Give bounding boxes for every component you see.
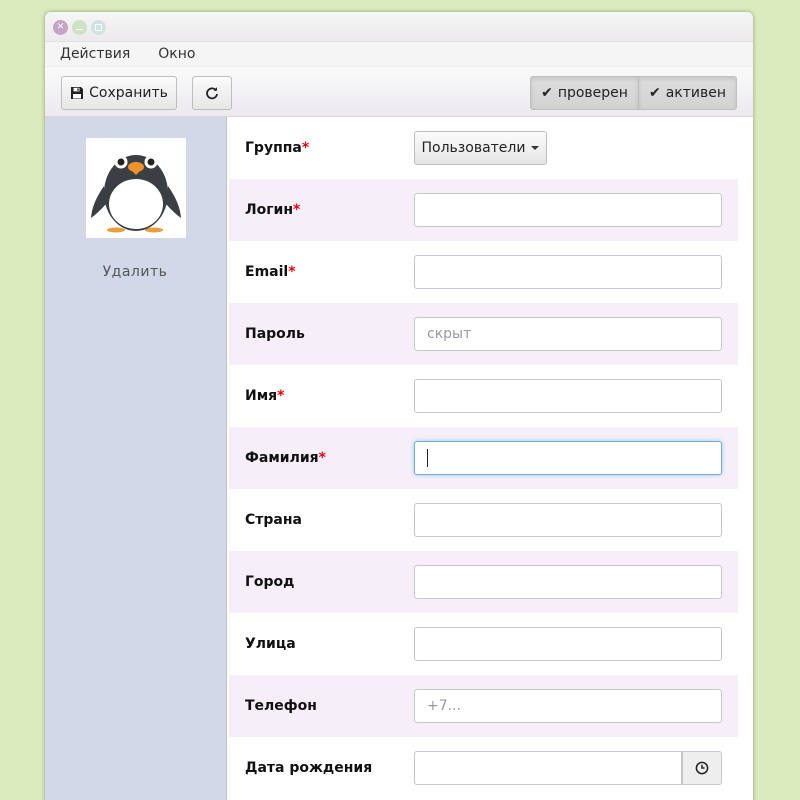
toolbar: Сохранить ✔ проверен ✔ активен: [45, 67, 753, 117]
clock-icon: [695, 761, 709, 775]
first-name-input[interactable]: [414, 379, 722, 413]
window-close-button[interactable]: ✕: [53, 20, 68, 35]
city-input[interactable]: [414, 565, 722, 599]
save-button[interactable]: Сохранить: [61, 76, 177, 110]
window-maximize-button[interactable]: [91, 20, 106, 35]
floppy-disk-icon: [70, 86, 84, 100]
street-input[interactable]: [414, 627, 722, 661]
avatar[interactable]: [86, 138, 186, 238]
last-name-label: Фамилия *: [245, 450, 326, 466]
sidebar: Удалить: [45, 117, 227, 800]
form-row-first-name: Имя *: [229, 365, 738, 427]
birthdate-input[interactable]: [414, 751, 682, 785]
group-dropdown-value: Пользователи: [421, 140, 526, 156]
password-input[interactable]: [414, 317, 722, 351]
user-form: Группа * Пользователи Логин * Email * Парол…: [229, 117, 738, 799]
delete-avatar-link[interactable]: Удалить: [45, 264, 225, 280]
password-label: Пароль: [245, 326, 305, 342]
phone-input[interactable]: [414, 689, 722, 723]
title-bar: ✕: [45, 12, 753, 42]
email-input[interactable]: [414, 255, 722, 289]
window-minimize-button[interactable]: [72, 20, 87, 35]
birthdate-picker-button[interactable]: [682, 751, 722, 785]
group-label: Группа *: [245, 140, 310, 156]
form-row-login: Логин *: [229, 179, 738, 241]
active-toggle[interactable]: ✔ активен: [637, 77, 736, 109]
city-label: Город: [245, 574, 295, 590]
check-icon: ✔: [541, 85, 553, 101]
form-row-country: Страна: [229, 489, 738, 551]
country-input[interactable]: [414, 503, 722, 537]
phone-label: Телефон: [245, 698, 317, 714]
caret-down-icon: [531, 146, 540, 150]
verified-toggle[interactable]: ✔ проверен: [531, 77, 638, 109]
country-label: Страна: [245, 512, 302, 528]
menu-item-actions[interactable]: Действия: [60, 46, 130, 62]
refresh-icon: [205, 86, 219, 100]
last-name-input[interactable]: [414, 441, 722, 475]
form-row-last-name: Фамилия *: [229, 427, 738, 489]
penguin-avatar: [91, 155, 181, 233]
verified-toggle-label: проверен: [557, 85, 628, 101]
text-cursor: [427, 449, 428, 467]
login-label: Логин *: [245, 202, 301, 218]
form-row-street: Улица: [229, 613, 738, 675]
check-icon: ✔: [648, 85, 661, 101]
form-row-email: Email *: [229, 241, 738, 303]
form-row-group: Группа * Пользователи: [229, 117, 738, 179]
login-input[interactable]: [414, 193, 722, 227]
email-label: Email *: [245, 264, 296, 280]
form-row-password: Пароль: [229, 303, 738, 365]
minimize-icon: [76, 28, 83, 31]
app-window: ✕ Действия Окно Сохранить ✔ проверен ✔ а…: [45, 12, 753, 800]
street-label: Улица: [245, 636, 296, 652]
close-icon: ✕: [56, 22, 65, 32]
form-row-phone: Телефон: [229, 675, 738, 737]
group-dropdown[interactable]: Пользователи: [414, 131, 547, 165]
menu-item-window[interactable]: Окно: [158, 46, 195, 62]
active-toggle-label: активен: [665, 85, 726, 101]
save-button-label: Сохранить: [89, 85, 168, 101]
form-row-birthdate: Дата рождения: [229, 737, 738, 799]
menu-bar: Действия Окно: [45, 42, 753, 67]
maximize-icon: [95, 24, 102, 31]
status-toggle-group: ✔ проверен ✔ активен: [530, 76, 737, 110]
content-area: Удалить Группа * Пользователи Логин * Emai…: [45, 117, 753, 800]
form-row-city: Город: [229, 551, 738, 613]
birthdate-label: Дата рождения: [245, 760, 373, 776]
reload-button[interactable]: [192, 76, 232, 110]
first-name-label: Имя *: [245, 388, 285, 404]
